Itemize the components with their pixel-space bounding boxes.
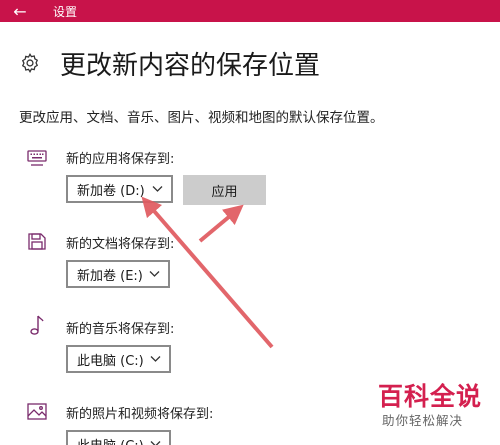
- arrow-to-apply-button: [198, 204, 244, 243]
- chevron-down-icon: [152, 186, 163, 192]
- back-button[interactable]: ←: [0, 0, 40, 22]
- gear-icon: [21, 53, 39, 73]
- music-drive-value: 此电脑 (C:): [77, 353, 144, 369]
- apps-save-label: 新的应用将保存到:: [66, 152, 175, 167]
- documents-save-label: 新的文档将保存到:: [66, 237, 175, 252]
- apply-button[interactable]: 应用: [183, 175, 266, 205]
- music-save-label: 新的音乐将保存到:: [66, 322, 175, 337]
- music-drive-select[interactable]: 此电脑 (C:): [66, 345, 171, 373]
- page-title: 更改新内容的保存位置: [60, 51, 321, 81]
- photos-drive-value: 此电脑 (C:): [77, 435, 144, 445]
- apps-drive-value: 新加卷 (D:): [77, 183, 145, 199]
- photos-save-label: 新的照片和视频将保存到:: [66, 407, 214, 422]
- back-arrow-icon: ←: [13, 1, 27, 21]
- page-description: 更改应用、文档、音乐、图片、视频和地图的默认保存位置。: [19, 110, 384, 126]
- documents-drive-select[interactable]: 新加卷 (E:): [66, 260, 170, 288]
- keyboard-icon: [27, 150, 47, 166]
- watermark-title: 百科全说: [378, 382, 483, 411]
- music-note-icon: [30, 315, 44, 335]
- chevron-down-icon: [150, 356, 161, 362]
- apps-drive-select[interactable]: 新加卷 (D:): [66, 175, 173, 203]
- drive-icon: [28, 233, 46, 250]
- title-bar: ← 设置: [0, 0, 500, 22]
- documents-drive-value: 新加卷 (E:): [77, 268, 143, 284]
- chevron-down-icon: [149, 271, 160, 277]
- watermark-subtitle: 助你轻松解决: [382, 413, 464, 428]
- window-title: 设置: [53, 5, 78, 19]
- watermark-logo: 百科全说 助你轻松解决: [378, 382, 493, 438]
- photos-drive-select[interactable]: 此电脑 (C:): [66, 430, 171, 445]
- picture-icon: [27, 403, 47, 420]
- chevron-down-icon: [150, 441, 161, 445]
